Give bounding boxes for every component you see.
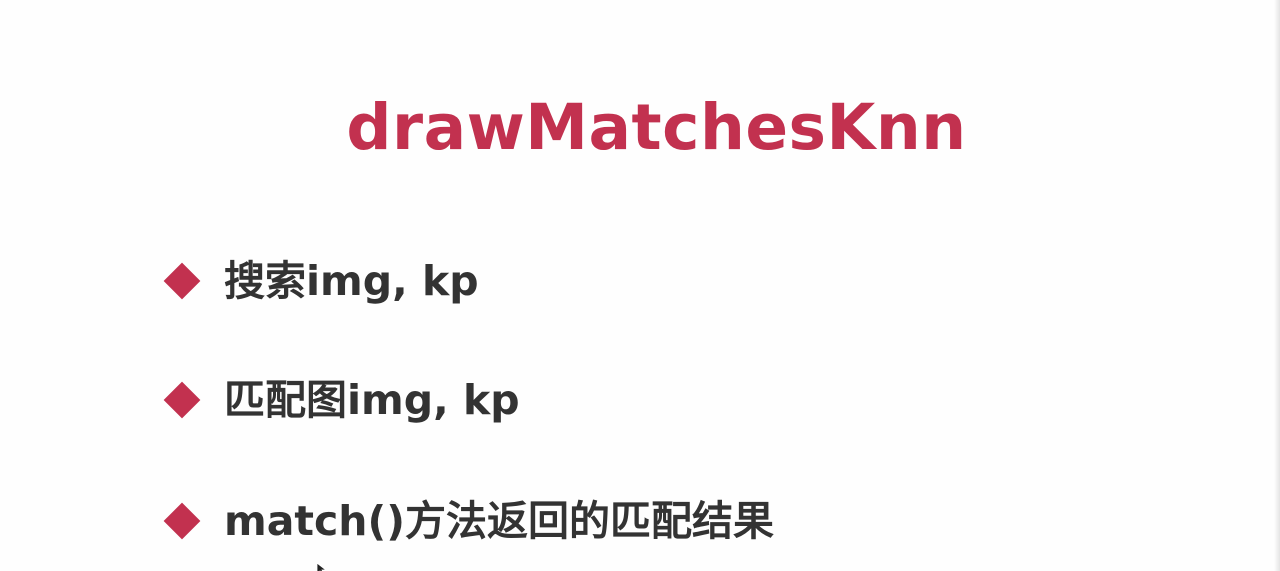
bullet-list: 搜索img, kp 匹配图img, kp match()方法返回的匹配结果 [163, 0, 1064, 571]
presentation-slide: drawMatchesKnn 搜索img, kp 匹配图img, kp matc… [0, 0, 1280, 571]
diamond-bullet-icon [163, 502, 201, 540]
bullet-item: match()方法返回的匹配结果 [163, 491, 774, 551]
diamond-bullet-icon [163, 262, 201, 300]
mouse-pointer-icon [316, 562, 328, 571]
bullet-text: match()方法返回的匹配结果 [224, 497, 774, 545]
bullet-text: 匹配图img, kp [224, 376, 520, 424]
bullet-item: 匹配图img, kp [163, 370, 520, 430]
bullet-text: 搜索img, kp [224, 257, 479, 305]
bullet-item: 搜索img, kp [163, 251, 479, 311]
diamond-bullet-icon [163, 381, 201, 419]
slide-edge-shadow [1274, 0, 1280, 571]
